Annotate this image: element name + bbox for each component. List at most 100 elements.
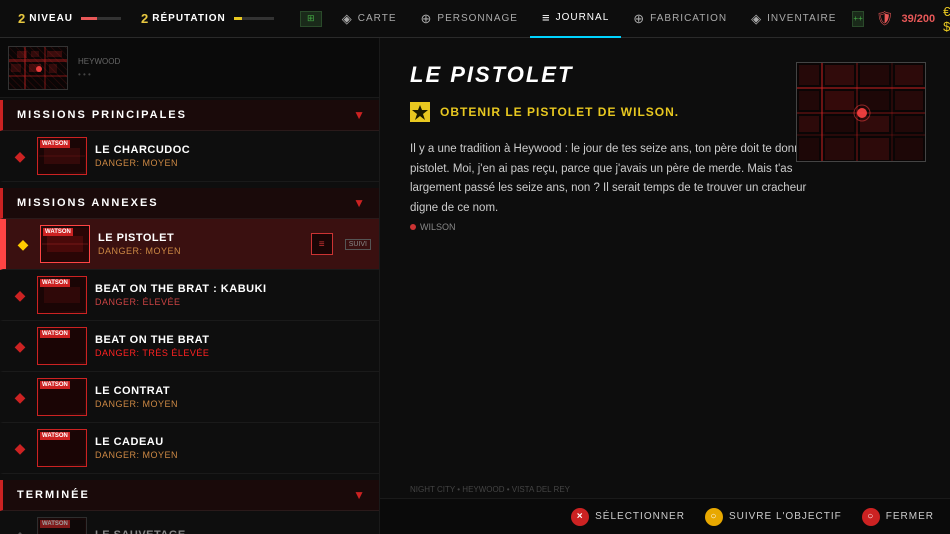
thumb-badge-contrat: WATSON: [40, 381, 70, 389]
mission-thumb-sauvetage: WATSON: [37, 517, 87, 534]
mission-item-beat-kabuki[interactable]: ◆ WATSON BEAT ON THE BRAT : KABUKI DANGE…: [0, 270, 379, 321]
section-arrow-terminee: ▼: [353, 488, 365, 502]
nav-personnage[interactable]: ⊕ PERSONNAGE: [409, 0, 530, 38]
thumb-badge-charcudoc: WATSON: [40, 140, 70, 148]
mission-thumb-img-sauvetage: WATSON: [38, 518, 86, 534]
reputation-stat: 2 RÉPUTATION: [131, 11, 284, 26]
mission-info-beat-kabuki: BEAT ON THE BRAT : KABUKI DANGER: ÉLEVÉE: [95, 283, 371, 307]
mission-marker-beat-brat: ◆: [11, 337, 29, 355]
action-select[interactable]: × Sélectionner: [571, 508, 685, 526]
inv-badge: ++: [852, 11, 863, 27]
mission-item-pistolet[interactable]: ◆ WATSON LE PISTOLET DANGER: MOYEN ≡ SUI…: [0, 219, 379, 270]
section-label-annexes: MISSIONS ANNEXES: [17, 197, 159, 209]
mission-thumb-img-charcudoc: WATSON: [38, 138, 86, 174]
mission-thumb-pistolet: WATSON: [40, 225, 90, 263]
mini-map: [8, 46, 68, 90]
nav-inventaire-label: INVENTAIRE: [767, 13, 836, 24]
mission-thumb-img-cadeau: WATSON: [38, 430, 86, 466]
nav-carte-label: CARTE: [358, 13, 397, 24]
mini-map-area: HEYWOOD • • •: [0, 38, 379, 98]
section-label-terminee: TERMINÉE: [17, 489, 90, 501]
mission-name-charcudoc: LE CHARCUDOC: [95, 144, 371, 156]
mission-danger-cadeau: DANGER: MOYEN: [95, 450, 371, 460]
cyberware-icon: ⊞: [300, 11, 322, 27]
carte-icon: ◈: [342, 11, 353, 27]
map-marker-dot: [410, 224, 416, 230]
reputation-bar: [234, 17, 274, 20]
mission-info-sauvetage: LE SAUVETAGE: [95, 529, 371, 534]
action-track[interactable]: ○ Suivre l'objectif: [705, 508, 842, 526]
mission-danger-contrat: DANGER: MOYEN: [95, 399, 371, 409]
mission-marker-cadeau: ◆: [11, 439, 29, 457]
nav-fabrication[interactable]: ⊕ FABRICATION: [621, 0, 739, 38]
mission-item-cadeau[interactable]: ◆ WATSON LE CADEAU DANGER: MOYEN: [0, 423, 379, 474]
level-value: 2: [18, 11, 25, 26]
mission-item-sauvetage[interactable]: ◆ WATSON LE SAUVETAGE: [0, 511, 379, 534]
right-map-label: WILSON: [410, 222, 920, 232]
mission-info-pistolet: LE PISTOLET DANGER: MOYEN: [98, 232, 303, 256]
thumb-badge-cadeau: WATSON: [40, 432, 70, 440]
reputation-label: RÉPUTATION: [152, 13, 226, 24]
mission-item-beat-brat[interactable]: ◆ WATSON BEAT ON THE BRAT DANGER: TRÈS É…: [0, 321, 379, 372]
mission-thumb-beat-brat: WATSON: [37, 327, 87, 365]
nav-personnage-label: PERSONNAGE: [437, 13, 518, 24]
nav-journal[interactable]: ≡ JOURNAL: [530, 0, 621, 38]
inventaire-icon: ◈: [751, 11, 762, 27]
thumb-badge-sauvetage: WATSON: [40, 520, 70, 528]
select-label: Sélectionner: [595, 511, 685, 522]
mission-name-cadeau: LE CADEAU: [95, 436, 371, 448]
mission-thumb-cadeau: WATSON: [37, 429, 87, 467]
reputation-value: 2: [141, 11, 148, 26]
mission-item-contrat[interactable]: ◆ WATSON LE CONTRAT DANGER: MOYEN: [0, 372, 379, 423]
mission-thumb-img-contrat: WATSON: [38, 379, 86, 415]
right-panel: LE PISTOLET OBTENIR LE PISTOLET DE WILSO…: [380, 38, 950, 534]
track-button[interactable]: ○: [705, 508, 723, 526]
level-bar: [81, 17, 121, 20]
mission-name-sauvetage: LE SAUVETAGE: [95, 529, 371, 534]
action-close[interactable]: ○ Fermer: [862, 508, 934, 526]
mission-marker-charcudoc: ◆: [11, 147, 29, 165]
map-coords: • • •: [78, 70, 120, 79]
mini-map-svg: [9, 47, 68, 90]
close-btn-icon: ○: [867, 511, 874, 522]
mission-marker-beat-kabuki: ◆: [11, 286, 29, 304]
select-btn-icon: ×: [577, 511, 584, 522]
mission-thumb-img-pistolet: WATSON: [41, 226, 89, 262]
close-button[interactable]: ○: [862, 508, 880, 526]
mission-name-contrat: LE CONTRAT: [95, 385, 371, 397]
section-header-terminee[interactable]: TERMINÉE ▼: [0, 480, 379, 511]
right-bottom-info: NIGHT CITY • HEYWOOD • VISTA DEL REY: [410, 485, 570, 494]
right-map-svg: [797, 63, 926, 162]
mission-thumb-charcudoc: WATSON: [37, 137, 87, 175]
nav-carte[interactable]: ◈ CARTE: [330, 0, 409, 38]
level-bar-fill: [81, 17, 97, 20]
mission-thumb-beat-kabuki: WATSON: [37, 276, 87, 314]
mission-danger-charcudoc: DANGER: MOYEN: [95, 158, 371, 168]
mission-item-charcudoc[interactable]: ◆ WATSON LE CHARCUDOC DANGER: MOYEN: [0, 131, 379, 182]
fabrication-icon: ⊕: [633, 11, 645, 27]
mission-info-beat-brat: BEAT ON THE BRAT DANGER: TRÈS ÉLEVÉE: [95, 334, 371, 358]
section-header-annexes[interactable]: MISSIONS ANNEXES ▼: [0, 188, 379, 219]
nav-stats-right: 🛡 39/200 €$ 1057: [864, 4, 950, 34]
mission-thumb-contrat: WATSON: [37, 378, 87, 416]
top-navigation: 2 NIVEAU 2 RÉPUTATION ⊞ ◈ CARTE ⊕ PERSON…: [0, 0, 950, 38]
mission-info-contrat: LE CONTRAT DANGER: MOYEN: [95, 385, 371, 409]
mini-icons: ⊞: [300, 11, 322, 27]
journal-icon: ≡: [542, 10, 551, 25]
right-map: [796, 62, 926, 162]
mission-marker-contrat: ◆: [11, 388, 29, 406]
nav-inventaire[interactable]: ◈ INVENTAIRE: [739, 0, 848, 38]
objective-text: OBTENIR LE PISTOLET DE WILSON.: [440, 105, 679, 119]
reputation-bar-fill: [234, 17, 242, 20]
track-btn-icon: ○: [710, 511, 717, 522]
track-label: Suivre l'objectif: [729, 511, 842, 522]
bottom-bar: × Sélectionner ○ Suivre l'objectif ○ Fer…: [380, 498, 950, 534]
level-stat: 2 NIVEAU: [8, 11, 131, 26]
nav-fabrication-label: FABRICATION: [650, 13, 727, 24]
mission-tag-pistolet: SUIVI: [345, 239, 371, 250]
section-header-principales[interactable]: MISSIONS PRINCIPALES ▼: [0, 100, 379, 131]
section-label-principales: MISSIONS PRINCIPALES: [17, 109, 187, 121]
select-button[interactable]: ×: [571, 508, 589, 526]
nav-journal-label: JOURNAL: [556, 12, 610, 23]
mission-track-btn-pistolet[interactable]: ≡: [311, 233, 333, 255]
